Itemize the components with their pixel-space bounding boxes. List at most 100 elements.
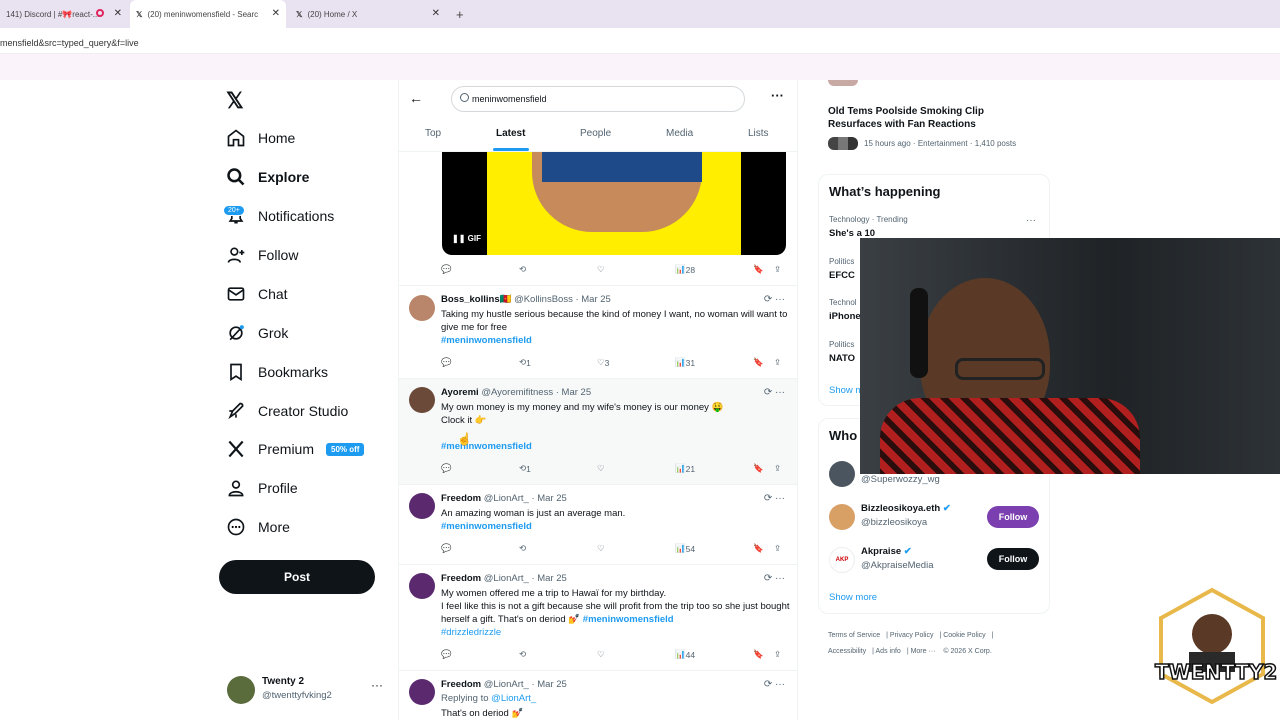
tweet-menu[interactable]: ⟳ ··· <box>764 573 785 584</box>
user-handle[interactable]: @Superwozzy_wg <box>861 474 940 485</box>
browser-tab-discord[interactable]: 141) Discord | #🎀react-... ✕ <box>0 0 128 28</box>
tweet[interactable]: Freedom @LionArt_ · Mar 25 ⟳ ··· My wome… <box>399 565 797 671</box>
avatar[interactable] <box>409 679 435 705</box>
avatar[interactable] <box>409 573 435 599</box>
footer-link[interactable]: Privacy Policy <box>890 632 934 639</box>
browser-tab-home[interactable]: 𝕏 (20) Home / X ✕ <box>290 0 446 28</box>
back-arrow-icon[interactable]: ← <box>409 90 423 106</box>
like-button[interactable]: ♡ <box>597 543 605 554</box>
more-dots-icon[interactable]: ··· <box>1026 215 1036 226</box>
views-count[interactable]: 📊 44 <box>675 649 695 660</box>
tab-lists[interactable]: Lists <box>748 128 769 139</box>
tweet-menu[interactable]: ⟳ ··· <box>764 679 785 690</box>
views-count[interactable]: 📊 28 <box>675 264 695 275</box>
author-name[interactable]: Freedom <box>441 493 481 504</box>
author-handle[interactable]: @KollinsBoss <box>514 294 573 305</box>
like-button[interactable]: ♡ <box>597 264 605 275</box>
tweet-date[interactable]: · Mar 25 <box>531 573 566 584</box>
share-button[interactable]: ⇪ <box>774 264 781 275</box>
footer-link[interactable]: More ··· <box>911 648 936 655</box>
avatar[interactable] <box>829 461 855 487</box>
views-count[interactable]: 📊 31 <box>675 357 695 368</box>
follow-button[interactable]: Follow <box>987 506 1039 528</box>
tweet[interactable]: Boss_kollins🇨🇲 @KollinsBoss · Mar 25 ⟳ ·… <box>399 286 797 379</box>
user-handle[interactable]: @AkpraiseMedia <box>861 560 933 571</box>
repost-button[interactable]: ⟲ <box>519 264 526 275</box>
author-handle[interactable]: @LionArt_ <box>484 679 529 690</box>
hashtag-link[interactable]: #meninwomensfield <box>583 614 674 625</box>
show-more-link[interactable]: Show more <box>829 592 877 603</box>
avatar[interactable] <box>409 387 435 413</box>
browser-tab-search[interactable]: 𝕏 (20) meninwomensfield - Searc ✕ <box>130 0 286 28</box>
author-name[interactable]: Freedom <box>441 573 481 584</box>
footer-link[interactable]: Ads info <box>876 648 901 655</box>
repost-button[interactable]: ⟲ <box>519 543 526 554</box>
tab-top[interactable]: Top <box>425 128 441 139</box>
sidebar-item-profile[interactable]: Profile <box>226 478 298 498</box>
tab-latest[interactable]: Latest <box>496 128 525 139</box>
user-name-row[interactable]: Akpraise ✔ <box>861 546 912 557</box>
reply-button[interactable]: 💬 <box>441 357 452 368</box>
sidebar-item-follow[interactable]: Follow <box>226 245 298 265</box>
like-button[interactable]: ♡ 3 <box>597 357 609 368</box>
more-dots-icon[interactable]: ··· <box>371 678 383 692</box>
author-name[interactable]: Boss_kollins🇨🇲 <box>441 294 511 305</box>
footer-link[interactable]: Cookie Policy <box>943 632 985 639</box>
bookmark-button[interactable]: 🔖 <box>753 357 764 368</box>
bookmark-button[interactable]: 🔖 <box>753 463 764 474</box>
search-input[interactable]: meninwomensfield <box>451 86 745 112</box>
trend-title[interactable]: EFCC <box>829 270 855 281</box>
hashtag-link[interactable]: #meninwomensfield <box>441 521 532 532</box>
sidebar-item-more[interactable]: More <box>226 517 290 537</box>
reply-button[interactable]: 💬 <box>441 463 452 474</box>
hashtag-link[interactable]: #meninwomensfield <box>441 335 532 346</box>
avatar[interactable] <box>829 504 855 530</box>
bookmark-button[interactable]: 🔖 <box>753 649 764 660</box>
tweet-menu[interactable]: ⟳ ··· <box>764 493 785 504</box>
more-dots-icon[interactable]: ··· <box>771 88 784 103</box>
follow-button[interactable]: Follow <box>987 548 1039 570</box>
views-count[interactable]: 📊 21 <box>675 463 695 474</box>
avatar[interactable] <box>409 295 435 321</box>
trend-title[interactable]: iPhone <box>829 311 861 322</box>
user-name-row[interactable]: Bizzleosikoya.eth ✔ <box>861 503 951 514</box>
views-count[interactable]: 📊 54 <box>675 543 695 554</box>
hashtag-link[interactable]: #meninwomensfield <box>441 441 532 452</box>
sidebar-item-creator-studio[interactable]: Creator Studio <box>226 401 348 421</box>
tweet-menu[interactable]: ⟳ ··· <box>764 294 785 305</box>
tweet-date[interactable]: · Mar 25 <box>531 679 566 690</box>
close-icon[interactable]: ✕ <box>114 8 122 19</box>
gif-media[interactable]: ❚❚ GIF <box>442 152 786 255</box>
trend-title[interactable]: NATO <box>829 353 855 364</box>
hashtag-link[interactable]: #drizzledrizzle <box>441 627 501 638</box>
share-button[interactable]: ⇪ <box>774 357 781 368</box>
sidebar-item-grok[interactable]: Grok <box>226 323 288 343</box>
tweet[interactable]: Freedom @LionArt_ · Mar 25 ⟳ ··· Replyin… <box>399 671 797 720</box>
tweet-date[interactable]: · Mar 25 <box>556 387 591 398</box>
new-tab-button[interactable]: + <box>450 0 470 28</box>
tweet-date[interactable]: · Mar 25 <box>575 294 610 305</box>
post-button[interactable]: Post <box>219 560 375 594</box>
share-button[interactable]: ⇪ <box>774 543 781 554</box>
repost-button[interactable]: ⟲ <box>519 649 526 660</box>
author-name[interactable]: Freedom <box>441 679 481 690</box>
user-handle[interactable]: @bizzleosikoya <box>861 517 927 528</box>
sidebar-item-chat[interactable]: Chat <box>226 284 288 304</box>
account-switcher[interactable]: Twenty 2 @twenttyfvking2 ··· <box>227 674 387 706</box>
author-name[interactable]: Ayoremi <box>441 387 479 398</box>
like-button[interactable]: ♡ <box>597 649 605 660</box>
repost-button[interactable]: ⟲ 1 <box>519 357 531 368</box>
author-handle[interactable]: @Ayoremifitness <box>481 387 553 398</box>
tweet-menu[interactable]: ⟳ ··· <box>764 387 785 398</box>
author-handle[interactable]: @LionArt_ <box>484 573 529 584</box>
share-button[interactable]: ⇪ <box>774 649 781 660</box>
sidebar-item-explore[interactable]: Explore <box>226 167 309 187</box>
bookmark-button[interactable]: 🔖 <box>753 264 764 275</box>
sidebar-item-premium[interactable]: Premium 50% off <box>226 439 365 459</box>
show-more-link[interactable]: Show m <box>829 385 863 396</box>
tweet-date[interactable]: · Mar 25 <box>531 493 566 504</box>
reply-button[interactable]: 💬 <box>441 649 452 660</box>
avatar[interactable] <box>409 493 435 519</box>
reply-button[interactable]: 💬 <box>441 543 452 554</box>
close-icon[interactable]: ✕ <box>432 8 440 19</box>
